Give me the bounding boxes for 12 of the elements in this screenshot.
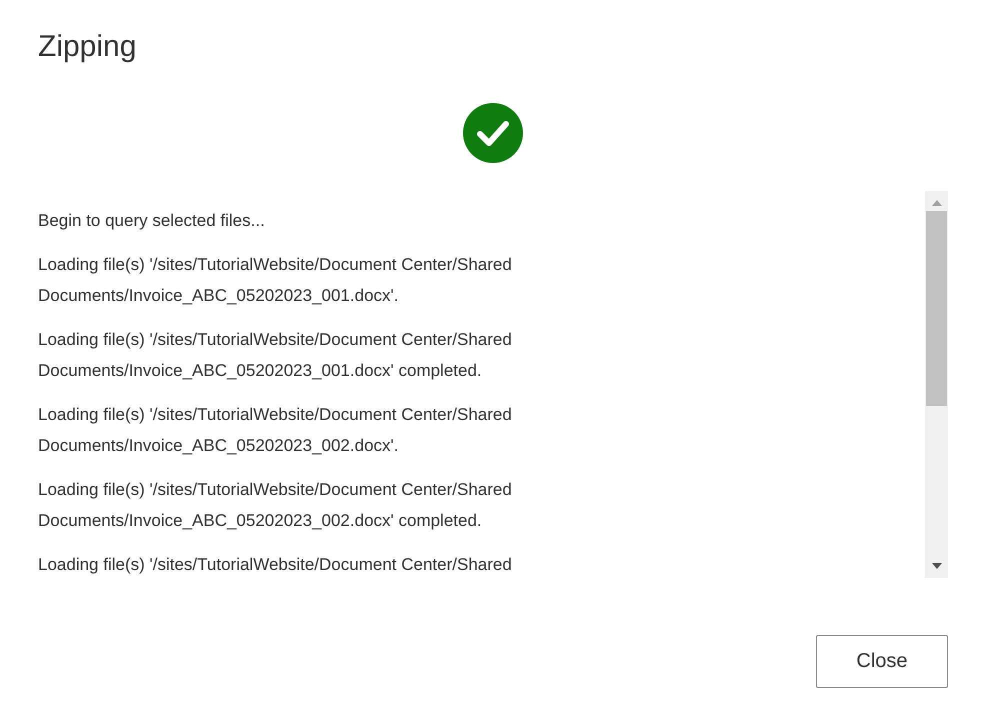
scroll-up-icon[interactable] — [932, 200, 942, 206]
scroll-down-icon[interactable] — [932, 563, 942, 569]
dialog-title: Zipping — [38, 29, 138, 65]
scrollbar[interactable] — [925, 191, 948, 578]
log-entry: Loading file(s) '/sites/TutorialWebsite/Document Center/Shared — [38, 554, 513, 576]
log-entry: Loading file(s) '/sites/TutorialWebsite/Document Center/Shared Documents/Invoice_ABC_05202023_002.docx' completed. — [38, 479, 513, 532]
close-button[interactable]: Close — [816, 635, 948, 688]
log-entry: Loading file(s) '/sites/TutorialWebsite/Document Center/Shared Documents/Invoice_ABC_05202023_001.docx'. — [38, 254, 513, 307]
scroll-thumb[interactable] — [926, 211, 947, 406]
log-entry: Begin to query selected files... — [38, 210, 266, 232]
log-entry: Loading file(s) '/sites/TutorialWebsite/Document Center/Shared Documents/Invoice_ABC_05202023_002.docx'. — [38, 404, 513, 457]
log-entry: Loading file(s) '/sites/TutorialWebsite/Document Center/Shared Documents/Invoice_ABC_05202023_001.docx' completed. — [38, 329, 513, 382]
